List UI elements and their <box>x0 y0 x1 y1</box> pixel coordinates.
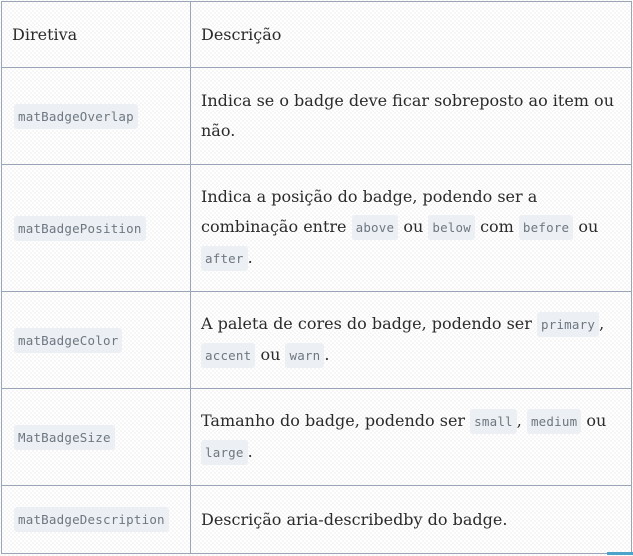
directive-cell: matBadgeColor <box>1 291 191 389</box>
directive-cell: MatBadgeSize <box>1 388 191 486</box>
directives-table-container: Diretiva Descrição matBadgeOverlap Indic… <box>1 1 632 554</box>
directive-code: MatBadgeSize <box>14 424 115 450</box>
table-header-row: Diretiva Descrição <box>1 1 632 68</box>
description-text: com <box>474 217 519 236</box>
description-text: A paleta de cores do badge, podendo ser <box>201 314 537 333</box>
description-text: . <box>324 345 330 364</box>
directives-table: Diretiva Descrição matBadgeOverlap Indic… <box>1 1 632 554</box>
value-code: warn <box>285 343 325 368</box>
table-row: MatBadgeSize Tamanho do badge, podendo s… <box>1 388 632 486</box>
directive-code: matBadgePosition <box>14 215 146 241</box>
value-code: below <box>428 215 475 240</box>
table-row: matBadgeOverlap Indica se o badge deve f… <box>1 67 632 165</box>
description-cell: Indica a posição do badge, podendo ser a… <box>190 164 632 292</box>
description-text: Indica se o badge deve ficar sobreposto … <box>201 91 614 140</box>
directive-cell: matBadgePosition <box>1 164 191 292</box>
description-text: ou <box>573 217 599 236</box>
directive-code: matBadgeColor <box>14 327 123 353</box>
directive-code: matBadgeDescription <box>14 507 169 532</box>
value-code: large <box>201 440 248 465</box>
description-text: . <box>247 442 253 461</box>
value-code: after <box>201 246 248 271</box>
directive-cell: matBadgeDescription <box>1 485 191 554</box>
header-description: Descrição <box>190 1 632 68</box>
directive-cell: matBadgeOverlap <box>1 67 191 165</box>
directive-code: matBadgeOverlap <box>14 103 138 129</box>
description-cell: Descrição aria-describedby do badge. <box>190 485 632 554</box>
description-cell: A paleta de cores do badge, podendo ser … <box>190 291 632 389</box>
description-text: . <box>247 248 253 267</box>
description-text: ou <box>581 411 607 430</box>
value-code: medium <box>526 409 582 434</box>
table-row: matBadgePosition Indica a posição do bad… <box>1 164 632 292</box>
value-code: before <box>518 215 574 240</box>
value-code: small <box>470 409 517 434</box>
header-directive: Diretiva <box>1 1 191 68</box>
description-text: ou <box>255 345 286 364</box>
table-row: matBadgeDescription Descrição aria-descr… <box>1 485 632 554</box>
description-text: ou <box>398 217 429 236</box>
description-text: Tamanho do badge, podendo ser <box>201 411 471 430</box>
description-cell: Indica se o badge deve ficar sobreposto … <box>190 67 632 165</box>
description-cell: Tamanho do badge, podendo ser small, med… <box>190 388 632 486</box>
description-text: , <box>599 314 605 333</box>
value-code: primary <box>537 312 600 337</box>
table-row: matBadgeColor A paleta de cores do badge… <box>1 291 632 389</box>
value-code: accent <box>201 343 256 368</box>
description-text: , <box>516 411 527 430</box>
description-text: Descrição aria-describedby do badge. <box>201 509 508 529</box>
value-code: above <box>351 215 399 240</box>
scroll-indicator <box>607 552 633 555</box>
